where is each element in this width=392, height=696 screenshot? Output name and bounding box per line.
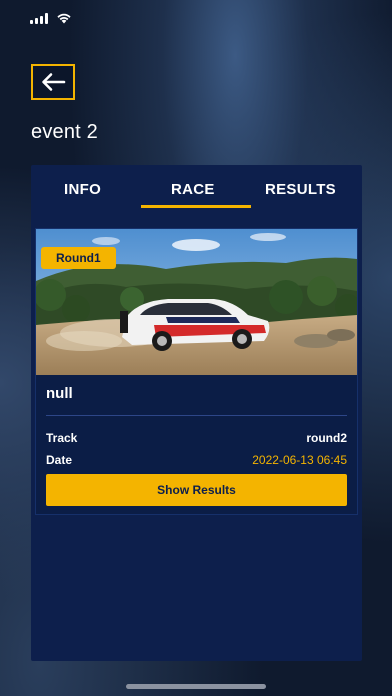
date-row: Date 2022-06-13 06:45	[46, 453, 347, 469]
tab-bar: INFO RACE RESULTS	[31, 165, 362, 215]
active-tab-indicator	[141, 205, 251, 208]
wifi-icon	[57, 13, 71, 24]
track-row: Track round2	[46, 431, 347, 447]
race-card: Round1 null Track round2 Date 2022-06-13…	[35, 228, 358, 515]
event-panel: INFO RACE RESULTS Round1 null Track roun…	[31, 165, 362, 661]
tab-race[interactable]: RACE	[171, 181, 215, 198]
race-image: Round1	[36, 229, 357, 375]
tab-results[interactable]: RESULTS	[265, 181, 336, 198]
race-name: null	[46, 385, 73, 402]
arrow-left-icon	[42, 73, 66, 91]
show-results-button[interactable]: Show Results	[46, 474, 347, 506]
date-value: 2022-06-13 06:45	[252, 453, 347, 467]
page-title: event 2	[31, 121, 99, 143]
track-value: round2	[306, 431, 347, 445]
tab-info[interactable]: INFO	[64, 181, 101, 198]
home-indicator	[126, 684, 266, 689]
cellular-signal-icon	[30, 12, 48, 24]
date-label: Date	[46, 453, 73, 467]
back-button[interactable]	[31, 64, 75, 100]
status-bar	[30, 10, 72, 26]
round-badge: Round1	[41, 247, 116, 269]
divider	[46, 415, 347, 416]
track-label: Track	[46, 431, 78, 445]
